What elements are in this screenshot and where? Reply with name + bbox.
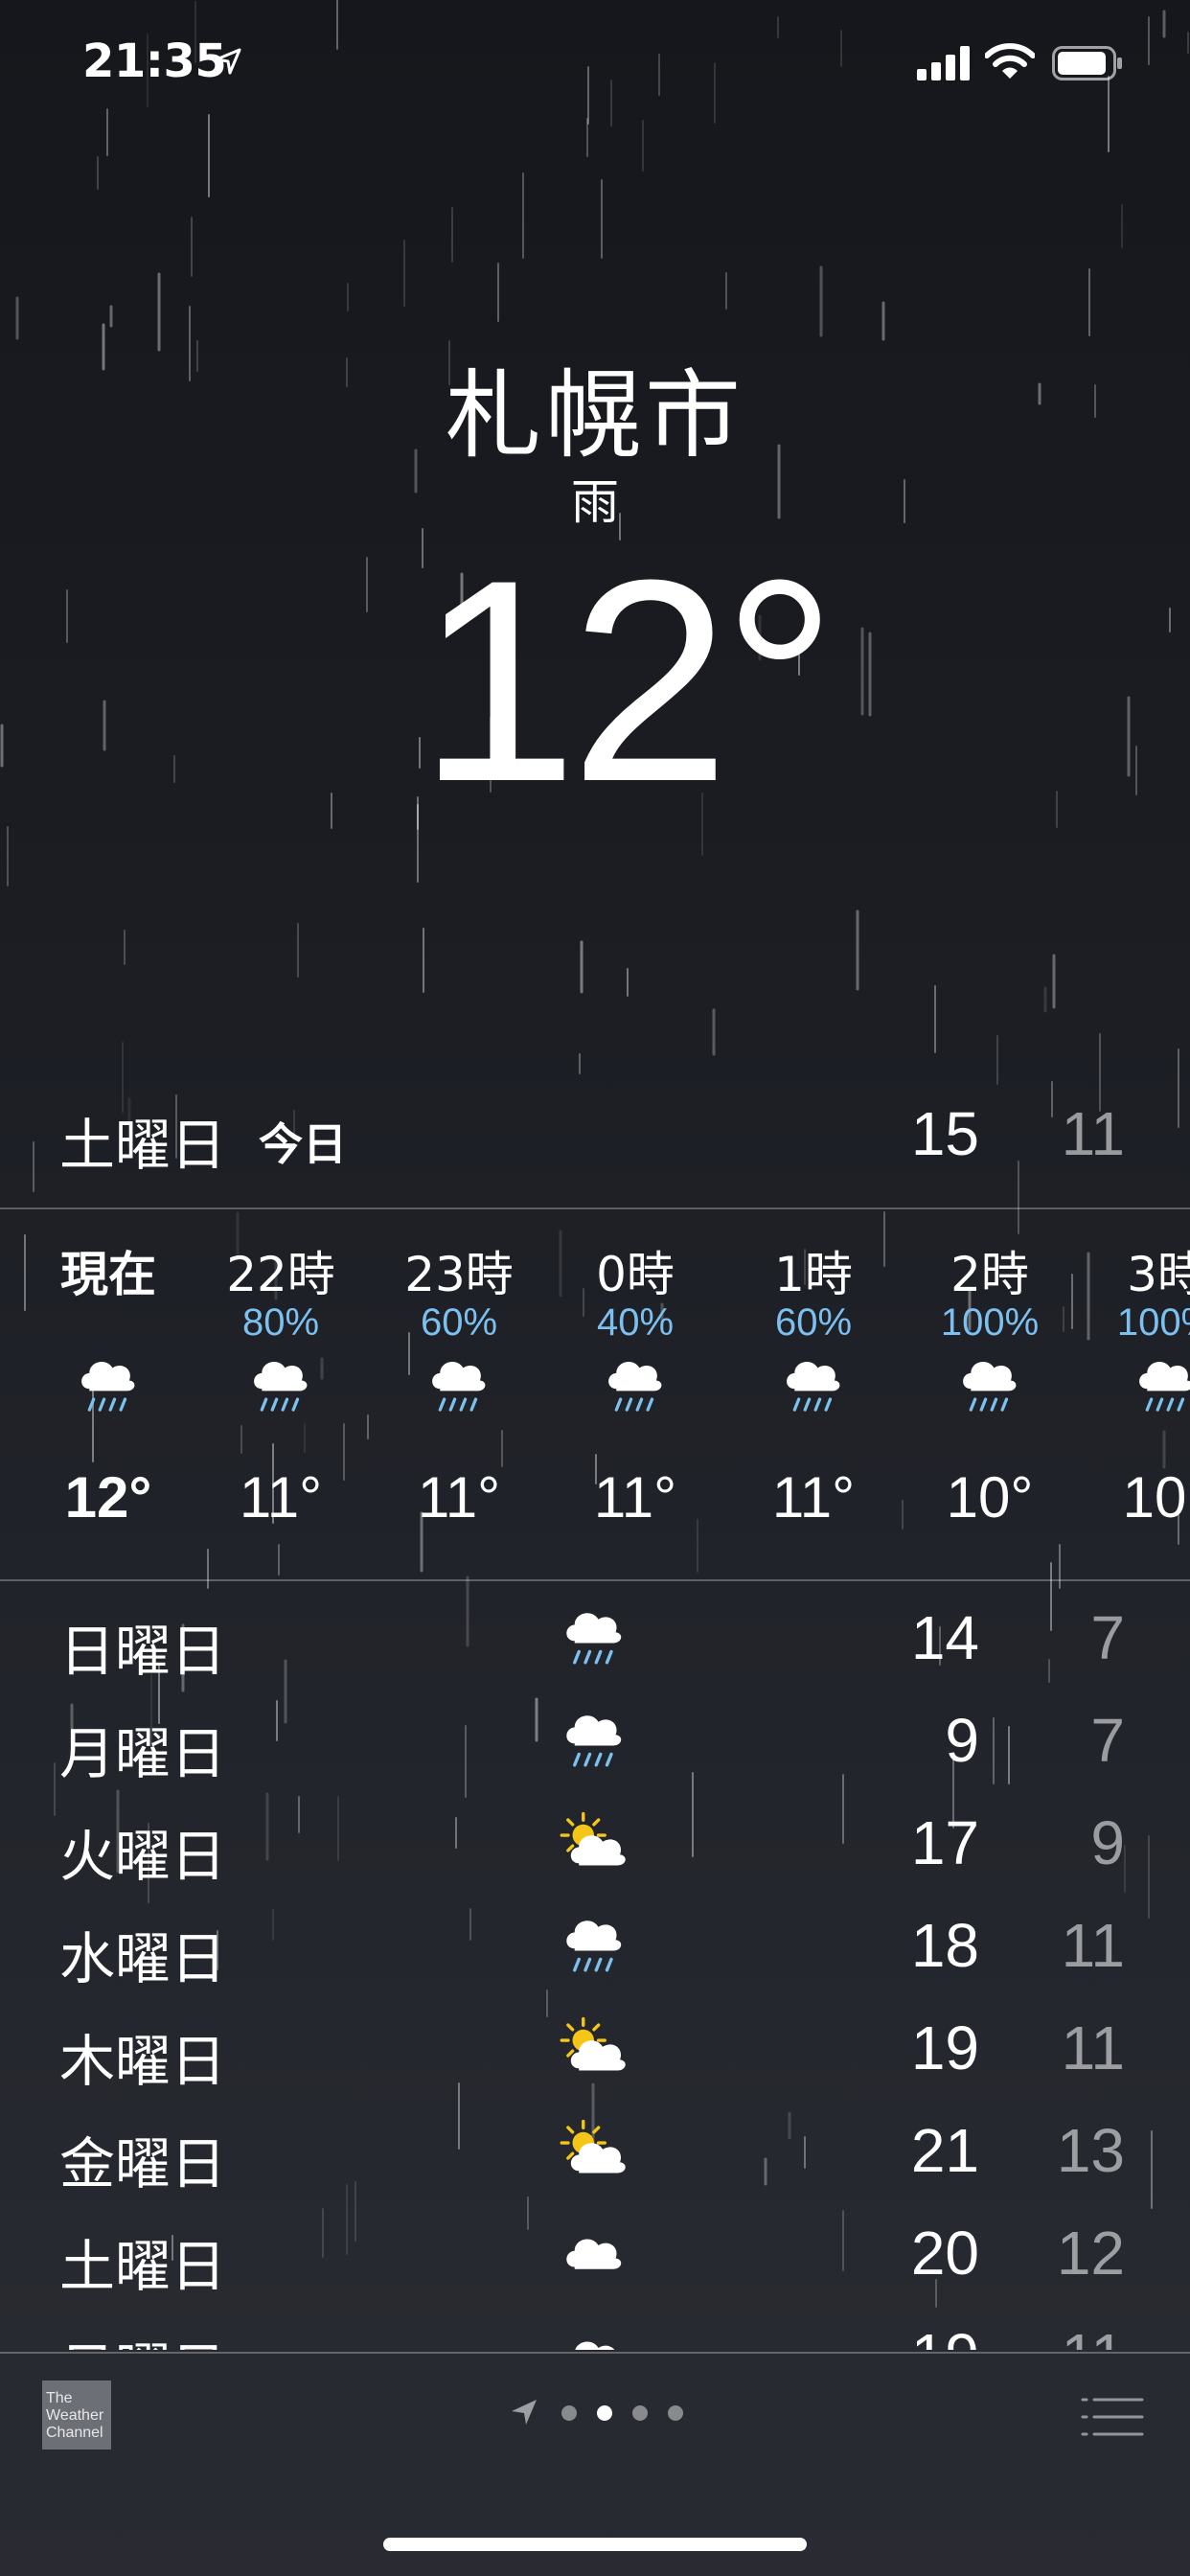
weather-channel-logo[interactable]: The Weather Channel [42, 2380, 111, 2450]
hour-time: 3時 [1127, 1247, 1190, 1302]
wifi-icon [984, 42, 1036, 84]
day-high-temp: 19 [911, 2320, 979, 2350]
city-name: 札幌市 [446, 359, 744, 472]
daily-row: 水曜日 18 11 [0, 1889, 1190, 1992]
hour-precip: 60% [774, 1301, 853, 1344]
hour-time: 1時 [774, 1247, 853, 1302]
daily-row: 月曜日 9 7 [0, 1684, 1190, 1787]
hour-time: 現在 [60, 1247, 156, 1302]
day-name: 金曜日 [59, 2131, 227, 2196]
day-name: 木曜日 [59, 2029, 227, 2094]
hour-time: 22時 [226, 1247, 335, 1302]
day-low-temp: 11 [1061, 2013, 1125, 2082]
day-high-temp: 19 [910, 2013, 979, 2082]
rain-cloud-icon [956, 1353, 1023, 1424]
today-label: 今日 [259, 1118, 347, 1170]
daily-row: 土曜日 20 12 [0, 2196, 1190, 2300]
hourly-forecast-scroller[interactable]: 現在 12° 22時 80% 11° 23時 60% 11° 0時 40% 11° 1時 60% 11° 2… [0, 1209, 1190, 1574]
weather-screen: 21:35 札幌市 雨 12° 土曜日 今日 15 11 現在 12° 22時 … [0, 0, 1190, 2576]
hour-time: 0時 [596, 1247, 675, 1302]
status-time: 21:35 [82, 34, 227, 88]
daily-row: 金曜日 21 13 [0, 2094, 1190, 2197]
day-name: 日曜日 [59, 1619, 227, 1684]
home-indicator[interactable] [383, 2538, 807, 2551]
hour-temp: 11° [417, 1465, 501, 1530]
daily-row: 火曜日 17 9 [0, 1786, 1190, 1890]
hour-temp: 12° [64, 1465, 152, 1530]
hour-time: 2時 [950, 1247, 1029, 1302]
rain-cloud-icon [560, 1604, 629, 1677]
rain-cloud-icon [560, 1912, 629, 1985]
hour-temp: 10° [1122, 1465, 1190, 1530]
today-high-temp: 15 [910, 1099, 979, 1168]
logo-line-2: Weather [46, 2407, 104, 2424]
day-name: 火曜日 [59, 1824, 227, 1889]
day-name: 月曜日 [59, 1721, 227, 1786]
hour-temp: 11° [593, 1465, 677, 1530]
status-bar: 21:35 [0, 0, 1190, 125]
day-high-temp: 17 [910, 1808, 979, 1877]
current-temperature-value: 12° [418, 519, 837, 841]
day-low-temp: 12 [1056, 2219, 1125, 2288]
hour-precip: 40% [596, 1301, 675, 1344]
logo-line-1: The [46, 2390, 73, 2406]
page-indicator[interactable] [508, 2396, 699, 2434]
partly-sunny-icon [560, 2117, 629, 2190]
day-low-temp: 13 [1056, 2116, 1125, 2185]
location-page-arrow-icon [508, 2396, 540, 2432]
logo-line-3: Channel [46, 2425, 103, 2441]
battery-icon [1052, 46, 1123, 84]
toolbar-divider [0, 2352, 1190, 2354]
day-name: 土曜日 [59, 2234, 227, 2299]
hour-precip: 100% [1116, 1301, 1190, 1344]
daily-row: 木曜日 19 11 [0, 1991, 1190, 2095]
current-temperature: 12° [0, 537, 1190, 824]
rain-cloud-icon [780, 1353, 847, 1424]
day-low-temp: 7 [1090, 1706, 1125, 1775]
rain-cloud-icon [1133, 1353, 1190, 1424]
day-high-temp: 9 [945, 1706, 979, 1775]
rain-cloud-icon [425, 1353, 492, 1424]
today-low-temp: 11 [1061, 1099, 1125, 1168]
partly-sunny-icon [560, 2014, 629, 2087]
day-high-temp: 21 [910, 2116, 979, 2185]
day-name: 日曜日 [59, 2324, 226, 2350]
day-high-temp: 20 [910, 2219, 979, 2288]
hour-temp: 11° [239, 1465, 323, 1530]
daily-forecast-list[interactable]: 日曜日 14 7 月曜日 9 7 火曜日 17 9 水曜日 18 11 木曜日 19 11 金曜日 21 13 土曜… [0, 1581, 1190, 2350]
day-low-temp: 7 [1090, 1603, 1125, 1672]
cloud-icon [560, 2220, 629, 2292]
today-summary-row: 土曜日 今日 15 11 [0, 1092, 1190, 1179]
page-dot[interactable] [561, 2405, 577, 2421]
hour-temp: 10° [946, 1465, 1034, 1530]
hour-precip: 80% [241, 1301, 320, 1344]
hour-precip: 60% [420, 1301, 498, 1344]
cellular-signal-icon [917, 46, 971, 84]
rain-cloud-icon [75, 1353, 142, 1424]
daily-row: 日曜日 14 7 [0, 1581, 1190, 1685]
rain-cloud-icon [247, 1353, 314, 1424]
hour-time: 23時 [404, 1247, 514, 1302]
rain-cloud-icon [602, 1353, 669, 1424]
hour-temp: 11° [771, 1465, 856, 1530]
day-low-temp: 11 [1061, 1911, 1125, 1980]
day-low-temp: 9 [1090, 1808, 1125, 1877]
daily-row: 日曜日 19 11 [0, 2299, 1190, 2350]
location-arrow-icon [213, 46, 243, 80]
partly-sunny-icon [560, 1809, 629, 1882]
day-low-temp: 11 [1062, 2320, 1125, 2350]
hour-precip: 100% [940, 1301, 1040, 1344]
rain-cloud-icon [560, 1707, 629, 1780]
today-day: 土曜日 [59, 1113, 227, 1178]
page-dot[interactable] [632, 2405, 648, 2421]
page-dot[interactable] [597, 2405, 612, 2421]
page-dot[interactable] [668, 2405, 683, 2421]
day-name: 水曜日 [59, 1926, 227, 1991]
day-high-temp: 14 [910, 1603, 979, 1672]
city-list-button[interactable] [1081, 2396, 1144, 2442]
day-high-temp: 18 [910, 1911, 979, 1980]
cloud-icon [560, 2322, 629, 2350]
